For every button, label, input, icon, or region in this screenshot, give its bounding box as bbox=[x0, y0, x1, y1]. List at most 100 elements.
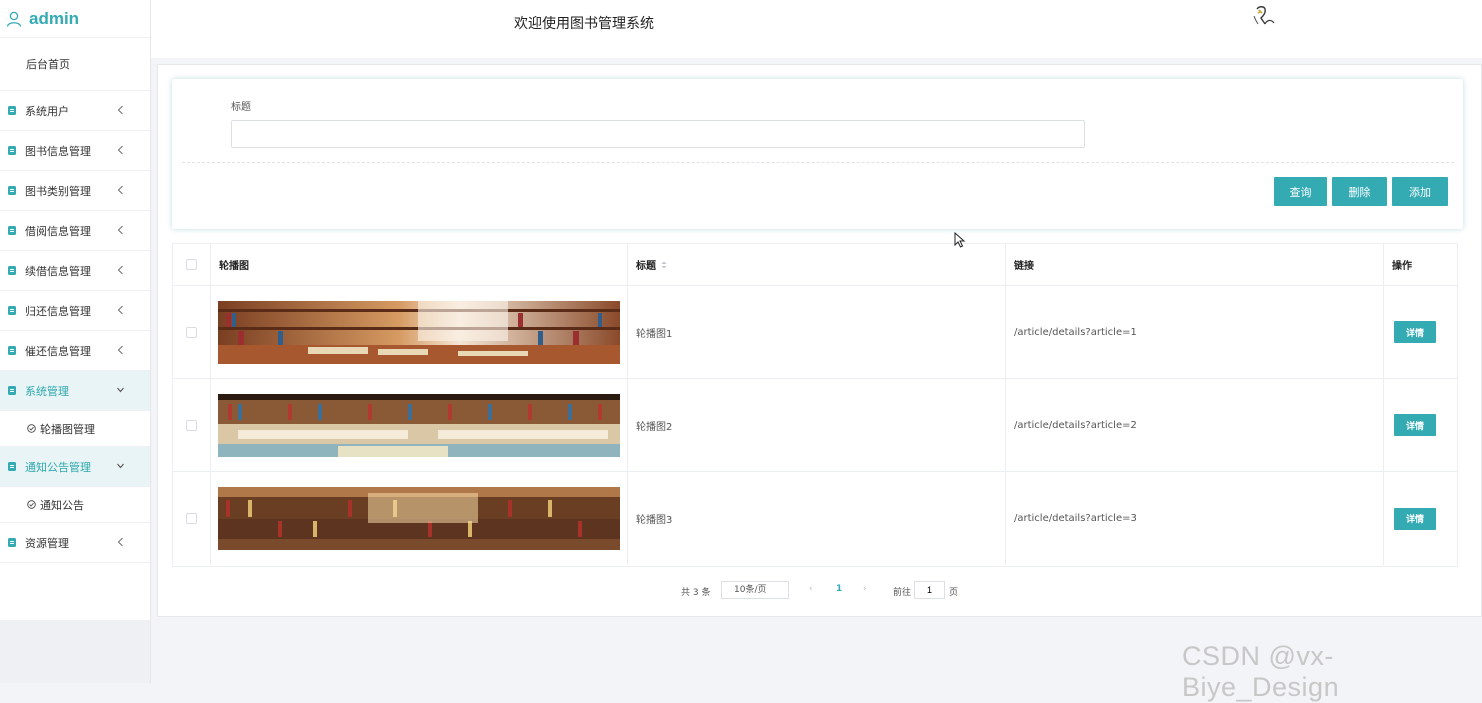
chevron-left-icon bbox=[117, 537, 123, 547]
carousel-image-3 bbox=[218, 487, 620, 550]
watermark: CSDN @vx-Biye_Design bbox=[1182, 641, 1340, 702]
sidebar-item-renew-info[interactable]: 续借信息管理 bbox=[0, 251, 150, 291]
document-icon bbox=[8, 226, 16, 235]
detail-button[interactable]: 详情 bbox=[1394, 507, 1436, 530]
sidebar: admin 后台首页 系统用户 图书信息管理 图书类别管理 借阅信息管理 续借信… bbox=[0, 0, 151, 620]
avatar[interactable] bbox=[1250, 4, 1280, 32]
sidebar-item-resource-management[interactable]: 资源管理 bbox=[0, 523, 150, 563]
sidebar-item-label: 通知公告管理 bbox=[25, 460, 91, 474]
document-icon bbox=[8, 462, 16, 471]
sidebar-item-borrow-info[interactable]: 借阅信息管理 bbox=[0, 211, 150, 251]
sidebar-subitem-label: 轮播图管理 bbox=[40, 422, 95, 436]
row-checkbox[interactable] bbox=[186, 513, 197, 524]
sidebar-item-label: 借阅信息管理 bbox=[25, 224, 91, 238]
sidebar-item-book-info[interactable]: 图书信息管理 bbox=[0, 131, 150, 171]
mouse-cursor-icon bbox=[954, 232, 966, 248]
table-cell-title: 轮播图1 bbox=[628, 286, 1006, 379]
document-icon bbox=[8, 186, 16, 195]
row-checkbox[interactable] bbox=[186, 326, 197, 338]
document-icon bbox=[8, 106, 16, 115]
user-icon bbox=[6, 11, 22, 27]
detail-button[interactable]: 详情 bbox=[1394, 414, 1436, 436]
carousel-table: 轮播图 标题 链接 操作 轮播图1 /article/details?artic… bbox=[172, 243, 1458, 567]
title-label: 标题 bbox=[231, 102, 251, 113]
sidebar-item-label: 资源管理 bbox=[25, 536, 69, 550]
sidebar-item-label: 续借信息管理 bbox=[25, 264, 91, 278]
column-header-link: 链接 bbox=[1006, 244, 1384, 286]
column-header-image: 轮播图 bbox=[211, 244, 628, 286]
goto-label: 前往 bbox=[893, 588, 912, 598]
table-cell-link: /article/details?article=1 bbox=[1006, 286, 1384, 379]
document-icon bbox=[8, 386, 16, 395]
next-page-icon[interactable]: › bbox=[863, 584, 867, 594]
table-cell-image bbox=[211, 379, 628, 472]
chevron-left-icon bbox=[117, 105, 123, 115]
sidebar-item-label: 系统用户 bbox=[25, 104, 69, 118]
page-size-select[interactable]: 10条/页 bbox=[721, 581, 789, 599]
document-icon bbox=[8, 538, 16, 547]
sidebar-item-label: 归还信息管理 bbox=[25, 304, 91, 318]
table-cell-link: /article/details?article=2 bbox=[1006, 379, 1384, 472]
query-button[interactable]: 查询 bbox=[1274, 177, 1327, 206]
sidebar-item-return-info[interactable]: 归还信息管理 bbox=[0, 291, 150, 331]
sidebar-item-label: 系统管理 bbox=[25, 384, 69, 398]
sidebar-brand: admin bbox=[0, 0, 150, 38]
content-panel: 标题 查询 删除 添加 轮播图 标题 链接 操作 轮播图1 /article/d… bbox=[157, 64, 1482, 617]
page-title: 欢迎使用图书管理系统 bbox=[514, 16, 654, 32]
chevron-left-icon bbox=[117, 185, 123, 195]
column-header-action: 操作 bbox=[1384, 244, 1457, 286]
page-unit-label: 页 bbox=[949, 588, 959, 598]
table-cell-title: 轮播图2 bbox=[628, 379, 1006, 472]
document-icon bbox=[8, 306, 16, 315]
sidebar-item-reminder-info[interactable]: 催还信息管理 bbox=[0, 331, 150, 371]
column-header-title[interactable]: 标题 bbox=[628, 244, 1006, 286]
column-header-label: 标题 bbox=[636, 261, 656, 272]
table-row-checkbox-cell bbox=[173, 379, 211, 472]
add-button[interactable]: 添加 bbox=[1392, 177, 1448, 206]
delete-button[interactable]: 删除 bbox=[1332, 177, 1387, 206]
table-cell-image bbox=[211, 286, 628, 379]
chevron-left-icon bbox=[117, 345, 123, 355]
page-number-current[interactable]: 1 bbox=[836, 584, 842, 594]
top-header: 欢迎使用图书管理系统 bbox=[151, 0, 1482, 58]
document-icon bbox=[8, 146, 16, 155]
select-all-checkbox[interactable] bbox=[186, 259, 197, 270]
prev-page-icon[interactable]: ‹ bbox=[809, 584, 813, 594]
sidebar-item-notice-management[interactable]: 通知公告管理 bbox=[0, 447, 150, 487]
check-circle-icon bbox=[27, 500, 36, 509]
pagination-total: 共 3 条 bbox=[681, 588, 711, 598]
table-cell-action: 详情 bbox=[1384, 379, 1457, 472]
sidebar-item-system-users[interactable]: 系统用户 bbox=[0, 91, 150, 131]
check-circle-icon bbox=[27, 424, 36, 433]
sidebar-subitem-carousel[interactable]: 轮播图管理 bbox=[0, 411, 150, 447]
goto-page-input[interactable] bbox=[914, 581, 945, 599]
table-cell-title: 轮播图3 bbox=[628, 472, 1006, 565]
chevron-left-icon bbox=[117, 145, 123, 155]
table-cell-action: 详情 bbox=[1384, 472, 1457, 565]
detail-button[interactable]: 详情 bbox=[1394, 321, 1436, 343]
table-row-checkbox-cell bbox=[173, 472, 211, 565]
table-cell-image bbox=[211, 472, 628, 565]
chevron-left-icon bbox=[117, 225, 123, 235]
sort-icon[interactable] bbox=[660, 260, 668, 270]
table-cell-action: 详情 bbox=[1384, 286, 1457, 379]
sidebar-item-book-category[interactable]: 图书类别管理 bbox=[0, 171, 150, 211]
row-checkbox[interactable] bbox=[186, 419, 197, 431]
sidebar-footer bbox=[0, 620, 151, 683]
sidebar-subitem-notice[interactable]: 通知公告 bbox=[0, 487, 150, 523]
sidebar-item-system-management[interactable]: 系统管理 bbox=[0, 371, 150, 411]
document-icon bbox=[8, 266, 16, 275]
divider bbox=[182, 162, 1454, 163]
sidebar-item-home[interactable]: 后台首页 bbox=[0, 38, 150, 91]
table-cell-link: /article/details?article=3 bbox=[1006, 472, 1384, 565]
carousel-image-2 bbox=[218, 393, 620, 457]
sidebar-subitem-label: 通知公告 bbox=[40, 498, 84, 512]
pagination: 共 3 条 10条/页 ‹ 1 › 前往 页 bbox=[158, 581, 1481, 601]
sidebar-item-label: 催还信息管理 bbox=[25, 344, 91, 358]
admin-username: admin bbox=[29, 8, 80, 28]
chevron-left-icon bbox=[117, 305, 123, 315]
carousel-image-1 bbox=[218, 300, 620, 364]
table-row-checkbox-cell bbox=[173, 286, 211, 379]
chevron-left-icon bbox=[117, 265, 123, 275]
title-search-input[interactable] bbox=[231, 120, 1085, 148]
